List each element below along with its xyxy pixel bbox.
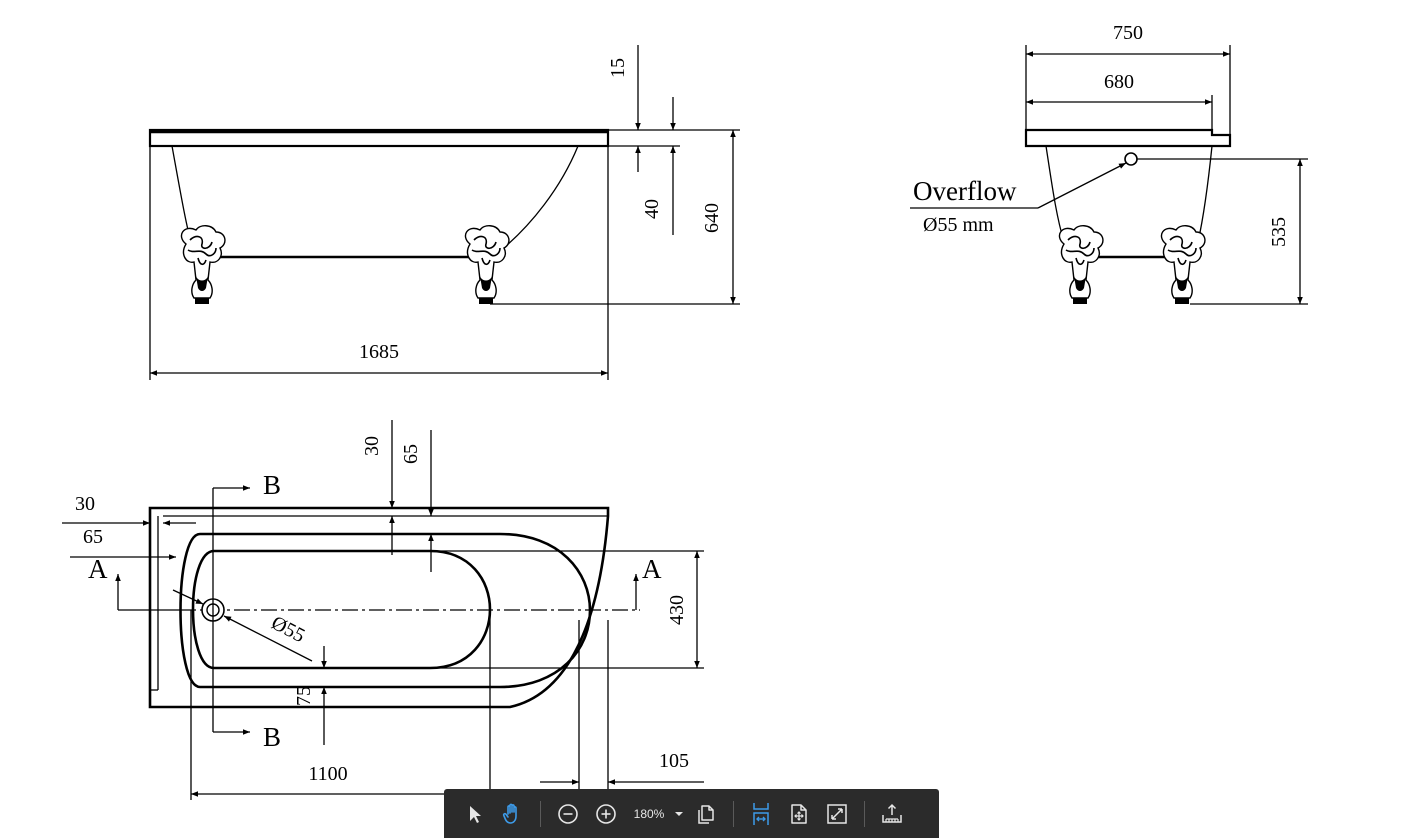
claw-foot-left [180,224,226,305]
dim-rim-side-outer: 30 [75,493,95,515]
zoom-level-dropdown[interactable]: 180% [629,798,683,830]
dim-width-outer: 750 [1113,22,1143,44]
toolbar-separator [864,800,865,827]
dim-overflow-height: 535 [1268,217,1290,247]
hand-icon [502,803,517,824]
fit-page-icon [791,803,807,824]
export-button[interactable] [876,798,908,830]
fullscreen-icon [827,803,847,824]
pan-tool-button[interactable] [497,798,529,830]
page-view-button[interactable] [690,798,722,830]
dim-width-inner: 680 [1104,71,1134,93]
copy-pages-icon [698,804,714,824]
section-b-top: B [263,470,281,500]
end-claw-right [1160,224,1206,305]
viewer-toolbar: 180% [444,789,939,838]
dim-basin-length: 1100 [308,763,347,785]
fit-page-button[interactable] [783,798,815,830]
dim-end-offset: 105 [659,750,689,772]
zoom-out-button[interactable] [552,798,584,830]
overflow-hole [1124,152,1138,166]
claw-foot-right [464,224,510,305]
section-b-bottom: B [263,722,281,752]
dim-rim-side-inner: 65 [83,526,103,548]
dim-rim-thickness: 40 [641,199,663,219]
technical-drawing: 1685 640 15 40 750 680 535 Overflow Ø55 … [62,22,1308,800]
toolbar-separator [540,800,541,827]
section-a-right: A [642,554,662,584]
plan-view: B B A A 30 65 30 65 Ø55 75 430 1100 105 [62,420,704,800]
overflow-label: Overflow [913,176,1017,206]
cursor-arrow-icon [470,805,481,823]
fit-width-button[interactable] [745,798,777,830]
toolbar-separator [733,800,734,827]
export-icon [882,803,902,823]
select-tool-button[interactable] [459,798,491,830]
dim-drain-offset: 75 [293,686,315,706]
fit-width-icon [753,802,769,825]
dim-rim-top-inner: 65 [400,444,422,464]
end-view: 750 680 535 Overflow Ø55 mm [910,22,1308,305]
zoom-in-icon [596,803,616,824]
dim-height: 640 [701,203,723,233]
zoom-out-icon [558,803,578,824]
dim-rim-top: 15 [607,58,629,78]
side-view: 1685 640 15 40 [148,45,740,380]
zoom-in-button[interactable] [590,798,622,830]
dim-length: 1685 [359,341,399,363]
dim-basin-width: 430 [666,595,688,625]
section-a-left: A [88,554,108,584]
zoom-level-label: 180% [633,806,665,821]
dim-rim-top-outer: 30 [361,436,383,456]
chevron-down-icon [675,811,683,816]
end-claw-left [1058,224,1104,305]
fullscreen-button[interactable] [821,798,853,830]
overflow-size: Ø55 mm [923,214,994,236]
